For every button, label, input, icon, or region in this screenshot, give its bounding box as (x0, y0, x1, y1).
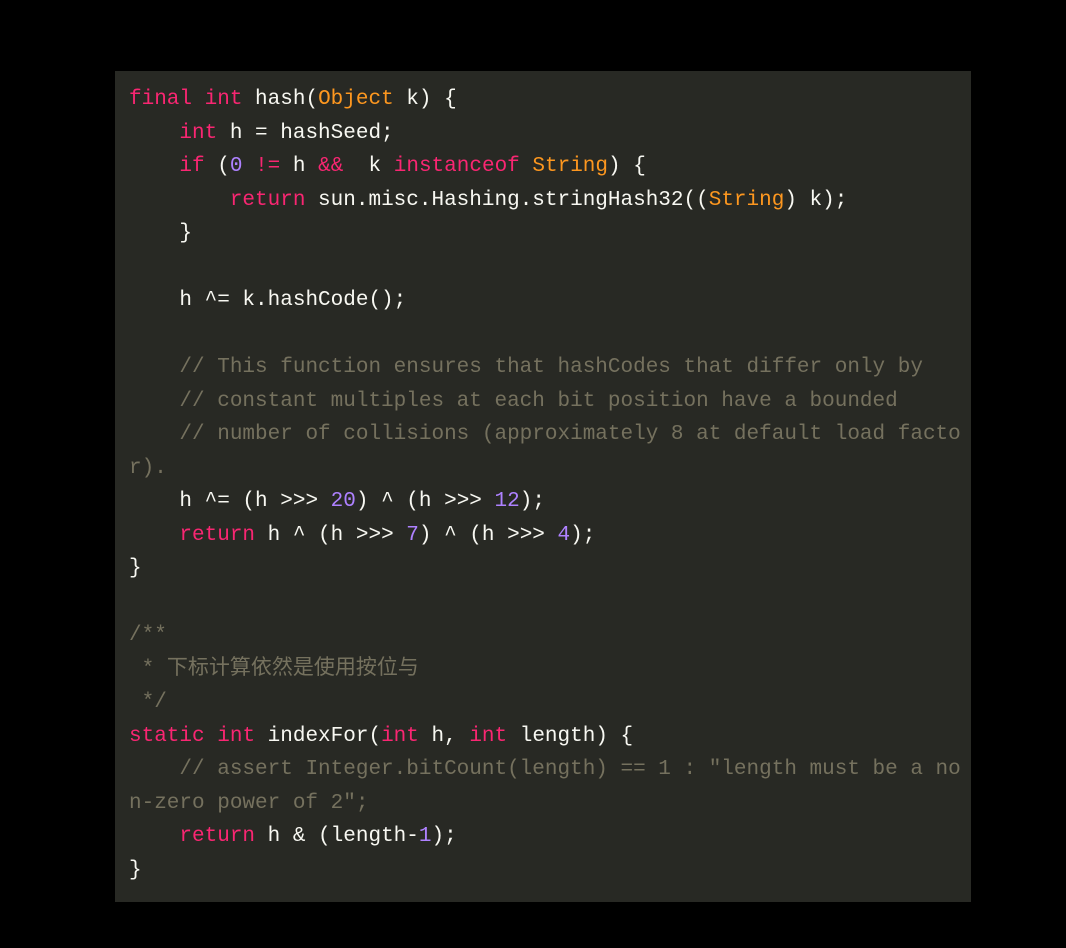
token-typ: String (532, 155, 608, 178)
token-num: 1 (419, 825, 432, 848)
token-pln (242, 155, 255, 178)
token-kw: int (205, 88, 243, 111)
token-kw: instanceof (394, 155, 520, 178)
token-kw: int (469, 725, 507, 748)
token-pln: sun.misc.Hashing.stringHash32(( (305, 189, 708, 212)
token-cmt: // This function ensures that hashCodes … (179, 356, 923, 379)
token-num: 20 (331, 490, 356, 513)
token-pln: k) { (394, 88, 457, 111)
token-kw: return (230, 189, 306, 212)
token-num: 0 (230, 155, 243, 178)
token-cmt: // number of collisions (approximately 8… (129, 423, 961, 480)
token-pln: ) ^ (h >>> (419, 524, 558, 547)
token-pln (129, 758, 179, 781)
token-pln: h ^= k.hashCode(); (129, 289, 406, 312)
token-pln: } (129, 859, 142, 882)
token-pln: ) k); (784, 189, 847, 212)
token-kw: return (179, 825, 255, 848)
token-pln: h, (419, 725, 469, 748)
code-block: final int hash(Object k) { int h = hashS… (115, 71, 971, 902)
token-pln: h ^ (h >>> (255, 524, 406, 547)
token-kw: final (129, 88, 192, 111)
token-kw: int (381, 725, 419, 748)
token-pln (129, 189, 230, 212)
token-kw: static (129, 725, 205, 748)
token-pln (520, 155, 533, 178)
token-kw: && (318, 155, 343, 178)
token-num: 12 (495, 490, 520, 513)
token-cmt: // constant multiples at each bit positi… (179, 390, 897, 413)
token-pln (129, 524, 179, 547)
token-pln (129, 423, 179, 446)
token-pln: k (343, 155, 393, 178)
token-pln: length) { (507, 725, 633, 748)
token-kw: if (179, 155, 204, 178)
token-pln: h ^= (h >>> (129, 490, 331, 513)
token-kw: != (255, 155, 280, 178)
token-kw: int (179, 122, 217, 145)
token-pln (192, 88, 205, 111)
token-cmt: */ (129, 691, 167, 714)
token-num: 4 (558, 524, 571, 547)
token-pln: indexFor( (255, 725, 381, 748)
token-pln (129, 390, 179, 413)
token-pln (129, 825, 179, 848)
token-pln: ); (431, 825, 456, 848)
token-pln (129, 155, 179, 178)
token-cmt: // assert Integer.bitCount(length) == 1 … (129, 758, 961, 815)
token-pln: ( (205, 155, 230, 178)
token-kw: int (217, 725, 255, 748)
token-typ: Object (318, 88, 394, 111)
token-pln: ); (520, 490, 545, 513)
token-pln: h (280, 155, 318, 178)
token-kw: return (179, 524, 255, 547)
token-pln: h = hashSeed; (217, 122, 393, 145)
token-pln (129, 122, 179, 145)
token-pln (129, 356, 179, 379)
token-pln: hash( (242, 88, 318, 111)
token-pln: } (129, 557, 142, 580)
token-pln: h & (length- (255, 825, 419, 848)
token-pln: ) ^ (h >>> (356, 490, 495, 513)
token-typ: String (709, 189, 785, 212)
token-pln: } (129, 222, 192, 245)
token-cmt: * 下标计算依然是使用按位与 (129, 658, 419, 681)
token-num: 7 (406, 524, 419, 547)
token-cmt: /** (129, 624, 167, 647)
token-pln: ); (570, 524, 595, 547)
token-pln: ) { (608, 155, 646, 178)
token-pln (205, 725, 218, 748)
